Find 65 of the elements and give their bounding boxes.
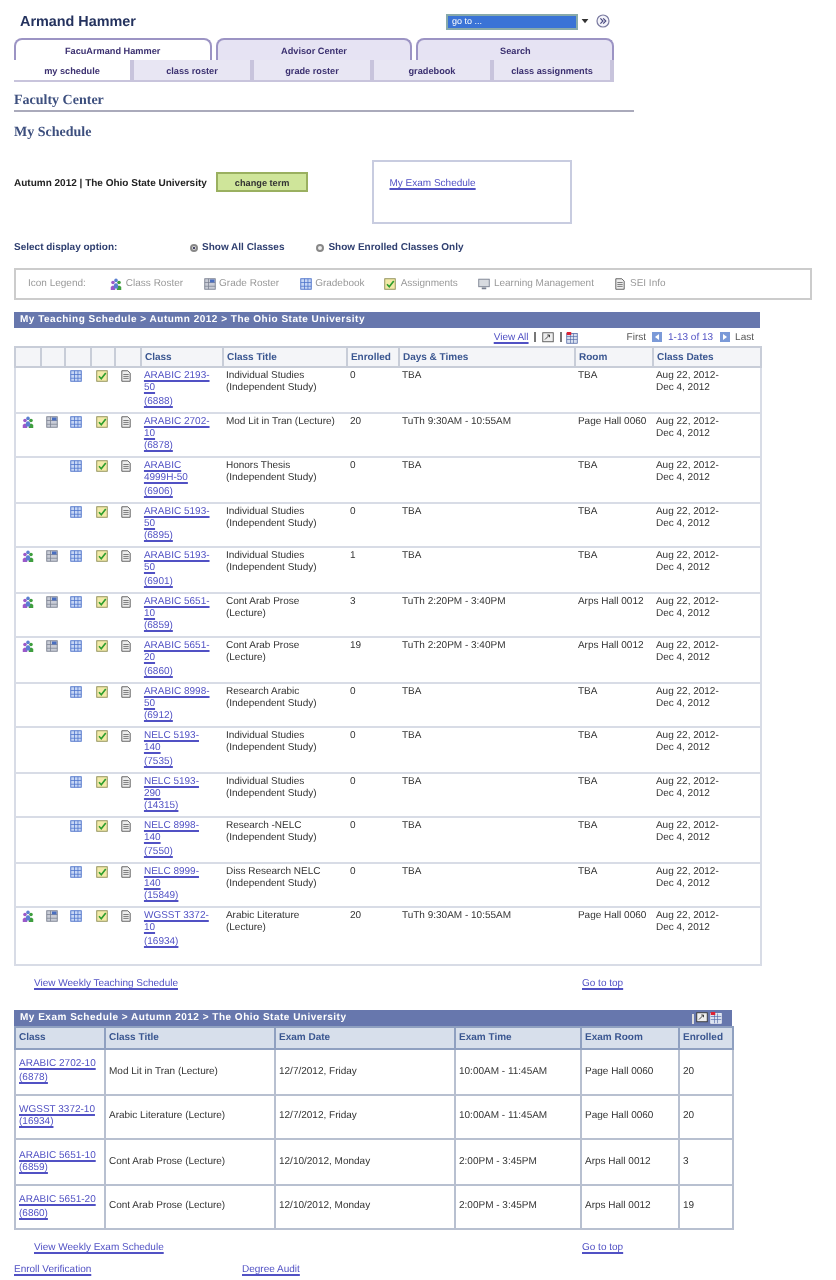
people-icon[interactable] xyxy=(21,910,33,922)
zoom-icon[interactable] xyxy=(541,331,554,343)
people-icon[interactable] xyxy=(21,595,33,607)
checklist-icon[interactable] xyxy=(95,685,108,697)
checklist-icon[interactable] xyxy=(95,730,108,742)
checklist-icon[interactable] xyxy=(95,775,108,787)
grid-icon[interactable] xyxy=(45,595,58,607)
table-icon[interactable] xyxy=(70,550,83,562)
table-icon[interactable] xyxy=(70,505,83,517)
checklist-icon[interactable] xyxy=(95,865,108,877)
monitor-icon[interactable] xyxy=(477,278,490,290)
document-icon[interactable] xyxy=(120,505,133,517)
spreadsheet-icon[interactable] xyxy=(566,331,579,343)
document-icon[interactable] xyxy=(120,550,133,562)
table-icon[interactable] xyxy=(70,460,83,472)
radio-button[interactable] xyxy=(316,244,325,252)
checklist-icon[interactable] xyxy=(95,595,108,607)
go-button[interactable] xyxy=(596,14,610,28)
grid-icon[interactable] xyxy=(45,640,58,652)
document-icon[interactable] xyxy=(120,415,133,427)
zoom-icon[interactable] xyxy=(695,1012,707,1024)
checklist-icon[interactable] xyxy=(95,820,108,832)
grid-icon[interactable] xyxy=(45,910,58,922)
table-icon[interactable] xyxy=(70,775,83,787)
table-icon[interactable] xyxy=(70,730,83,742)
document-icon[interactable] xyxy=(120,865,133,877)
document-icon[interactable] xyxy=(120,910,133,922)
grid-icon[interactable] xyxy=(203,278,216,290)
table-icon[interactable] xyxy=(70,865,83,877)
table-icon[interactable] xyxy=(70,370,83,382)
people-icon[interactable] xyxy=(21,550,33,562)
document-icon[interactable] xyxy=(120,370,133,382)
people-icon[interactable] xyxy=(21,640,33,652)
table-icon[interactable] xyxy=(70,910,83,922)
table-icon[interactable] xyxy=(70,415,83,427)
checklist-icon[interactable] xyxy=(95,640,108,652)
caret-icon[interactable] xyxy=(580,16,590,26)
document-icon[interactable] xyxy=(120,685,133,697)
checklist-icon[interactable] xyxy=(95,460,108,472)
document-icon[interactable] xyxy=(120,640,133,652)
spreadsheet-icon[interactable] xyxy=(710,1012,722,1024)
document-icon[interactable] xyxy=(613,278,626,290)
document-icon[interactable] xyxy=(120,820,133,832)
grid-icon[interactable] xyxy=(45,415,58,427)
checklist-icon[interactable] xyxy=(95,415,108,427)
next-button[interactable] xyxy=(719,332,730,342)
table-icon[interactable] xyxy=(70,685,83,697)
radio-button[interactable] xyxy=(190,244,198,252)
checklist-icon[interactable] xyxy=(95,370,108,382)
previous-button[interactable] xyxy=(652,332,663,342)
checklist-icon[interactable] xyxy=(95,505,108,517)
document-icon[interactable] xyxy=(120,730,133,742)
grid-icon[interactable] xyxy=(45,550,58,562)
checklist-icon[interactable] xyxy=(95,910,108,922)
people-icon[interactable] xyxy=(109,278,122,290)
checklist-icon[interactable] xyxy=(384,278,397,290)
table-icon[interactable] xyxy=(70,595,83,607)
checklist-icon[interactable] xyxy=(95,550,108,562)
table-icon[interactable] xyxy=(299,278,312,290)
document-icon[interactable] xyxy=(120,595,133,607)
table-icon[interactable] xyxy=(70,820,83,832)
document-icon[interactable] xyxy=(120,460,133,472)
document-icon[interactable] xyxy=(120,775,133,787)
people-icon[interactable] xyxy=(21,415,33,427)
table-icon[interactable] xyxy=(70,640,83,652)
